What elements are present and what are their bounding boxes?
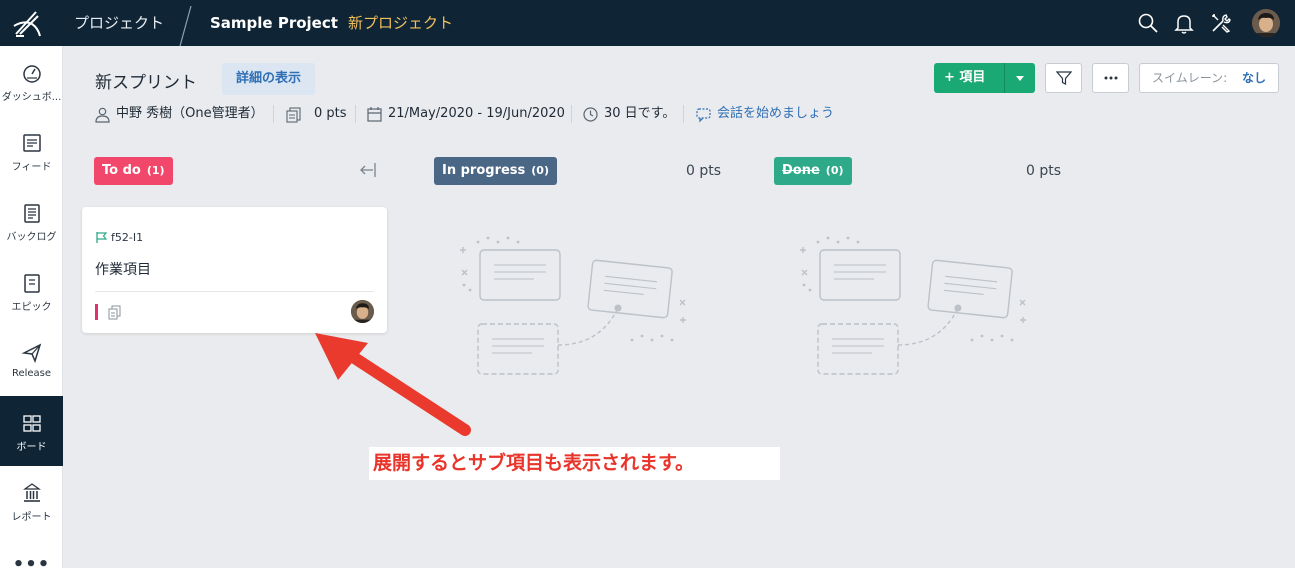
priority-indicator — [95, 304, 98, 320]
sidebar-item-release[interactable]: Release — [0, 326, 63, 396]
sidebar-item-backlog[interactable]: バックログ — [0, 186, 63, 256]
empty-column-illustration — [460, 236, 686, 375]
filter-icon — [1056, 71, 1072, 85]
bell-icon[interactable] — [1172, 11, 1196, 35]
annotation-arrow — [315, 333, 471, 436]
column-todo-header[interactable]: To do (1) — [94, 157, 173, 185]
new-project-link[interactable]: 新プロジェクト — [348, 0, 453, 46]
sprint-points: 0 pts — [314, 106, 347, 121]
user-icon — [95, 107, 110, 123]
epic-icon — [23, 274, 40, 293]
tools-icon[interactable] — [1209, 11, 1233, 35]
sprint-owner: 中野 秀樹（One管理者） — [116, 106, 264, 121]
item-id[interactable]: f52-I1 — [111, 231, 143, 244]
user-avatar[interactable] — [1252, 9, 1280, 37]
calendar-icon — [367, 107, 382, 122]
start-conversation-link[interactable]: 会話を始めましょう — [717, 104, 834, 124]
search-icon[interactable] — [1136, 11, 1160, 35]
column-in-progress-header[interactable]: In progress (0) — [434, 157, 557, 185]
add-item-button[interactable]: + 項目 — [934, 63, 1035, 93]
column-name: To do — [102, 163, 141, 178]
meta-divider — [683, 105, 684, 123]
backlog-icon — [23, 204, 40, 223]
board-icon — [22, 415, 41, 432]
column-count: (0) — [531, 164, 549, 177]
meta-divider — [355, 105, 356, 123]
add-item-label: + 項目 — [944, 70, 986, 85]
sidebar-item-label: レポート — [11, 512, 52, 523]
filter-button[interactable] — [1045, 63, 1082, 93]
button-divider — [1004, 63, 1005, 93]
report-icon — [22, 483, 41, 502]
sidebar-item-label: ダッシュボ... — [1, 92, 62, 103]
column-points: 0 pts — [686, 163, 722, 179]
more-dots-icon — [1104, 76, 1118, 80]
annotation-callout: 展開するとサブ項目も表示されます。 — [369, 447, 780, 480]
sidebar-item-label: ボード — [16, 442, 47, 453]
sidebar-item-report[interactable]: レポート — [0, 466, 63, 536]
column-name: In progress — [442, 163, 526, 178]
top-bar: プロジェクト Sample Project 新プロジェクト — [0, 0, 1295, 46]
breadcrumb-separator — [179, 6, 192, 46]
clock-icon — [583, 107, 598, 122]
swimlane-value: なし — [1242, 71, 1267, 85]
item-title[interactable]: 作業項目 — [95, 259, 151, 279]
sidebar-more-button[interactable]: ••• — [0, 554, 63, 568]
dashboard-icon — [22, 65, 41, 83]
column-points: 0 pts — [1026, 163, 1062, 179]
caret-down-icon[interactable] — [1014, 72, 1026, 84]
project-name[interactable]: Sample Project — [210, 0, 338, 46]
sidebar: ダッシュボ... フィード バックログ エピック Release ボード レポー… — [0, 46, 63, 568]
projects-link[interactable]: プロジェクト — [74, 0, 164, 46]
sidebar-item-epic[interactable]: エピック — [0, 256, 63, 326]
plus-icon: + — [944, 70, 960, 85]
empty-column-illustration — [800, 236, 1026, 375]
release-icon — [20, 343, 41, 364]
sidebar-item-label: Release — [11, 368, 52, 379]
show-details-button[interactable]: 詳細の表示 — [222, 63, 315, 95]
sidebar-item-board[interactable]: ボード — [0, 396, 63, 466]
meta-divider — [571, 105, 572, 123]
sidebar-item-label: エピック — [11, 302, 52, 313]
chat-icon[interactable] — [695, 106, 712, 123]
meta-divider — [273, 105, 274, 123]
sidebar-item-label: フィード — [11, 162, 52, 173]
sidebar-item-dashboard[interactable]: ダッシュボ... — [0, 46, 63, 116]
swimlane-select[interactable]: スイムレーン: なし — [1139, 63, 1279, 93]
sprint-date-range: 21/May/2020 - 19/Jun/2020 — [388, 106, 565, 121]
sprint-title: 新スプリント — [95, 73, 197, 93]
feed-icon — [22, 134, 41, 152]
sidebar-item-label: バックログ — [6, 232, 57, 243]
column-done-header[interactable]: Done (0) — [774, 157, 852, 185]
flag-icon — [96, 232, 108, 243]
app-logo-icon[interactable] — [10, 6, 44, 40]
more-options-button[interactable] — [1092, 63, 1129, 93]
collapse-column-icon[interactable] — [358, 160, 378, 180]
story-points-icon[interactable] — [107, 305, 122, 320]
days-remaining: 30 日です。 — [604, 106, 676, 121]
column-name: Done — [782, 163, 820, 178]
work-item-card[interactable]: f52-I1 作業項目 — [82, 207, 387, 333]
assignee-avatar[interactable] — [351, 300, 374, 323]
column-count: (0) — [825, 164, 844, 177]
card-divider — [95, 291, 374, 292]
story-points-icon — [286, 107, 301, 123]
sidebar-item-feed[interactable]: フィード — [0, 116, 63, 186]
swimlane-label: スイムレーン: — [1152, 71, 1228, 85]
column-count: (1) — [146, 164, 165, 177]
